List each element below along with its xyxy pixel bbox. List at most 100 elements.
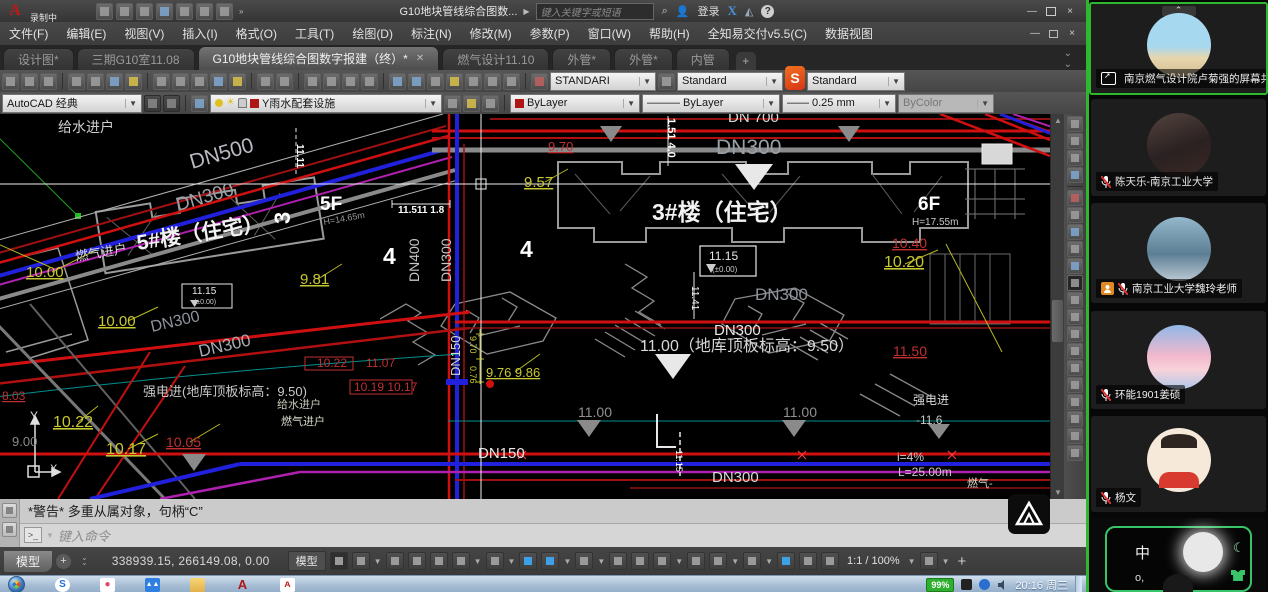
- cad-viewer-logo[interactable]: [1008, 494, 1050, 534]
- participant-tile[interactable]: 环能1901姜硕: [1091, 311, 1266, 409]
- modify-rotate-icon[interactable]: [1067, 292, 1083, 308]
- modify-trim-icon[interactable]: [1067, 343, 1083, 359]
- participant-tile-video[interactable]: 中 ☾ o,: [1091, 518, 1266, 592]
- layer-previous-icon[interactable]: [444, 95, 461, 112]
- linetype-combo[interactable]: ———ByLayer▼: [642, 94, 780, 113]
- tray-security-icon[interactable]: [979, 579, 990, 590]
- osnap-icon[interactable]: [486, 552, 504, 570]
- new-tab-button[interactable]: +: [736, 52, 756, 70]
- table-style-combo[interactable]: Standard▼: [807, 72, 905, 91]
- tb-help-icon[interactable]: [503, 73, 520, 90]
- modify-explode-icon[interactable]: [1067, 445, 1083, 461]
- tab-overflow-icon[interactable]: ⌄⌄: [1064, 48, 1072, 70]
- qat-expand-icon[interactable]: »: [239, 7, 243, 16]
- modify-erase-icon[interactable]: [1067, 190, 1083, 206]
- selection-cycling-icon[interactable]: [631, 552, 649, 570]
- tb-plot-icon[interactable]: [68, 73, 85, 90]
- taskbar-photos-icon[interactable]: ▲▲: [145, 578, 160, 592]
- tb-blockeditor-icon[interactable]: [229, 73, 246, 90]
- menu-item-dimension[interactable]: 标注(N): [402, 22, 461, 45]
- text-style-combo[interactable]: STANDARI▼: [550, 72, 656, 91]
- autoscale-icon[interactable]: [799, 552, 817, 570]
- tb-markup-icon[interactable]: [465, 73, 482, 90]
- sogou-ime-icon[interactable]: S: [785, 66, 805, 90]
- modify-mirror-icon[interactable]: [1067, 224, 1083, 240]
- layer-thaw-icon[interactable]: ☀: [226, 98, 235, 108]
- doc-restore-button[interactable]: [1049, 30, 1058, 38]
- lineweight-display-icon[interactable]: [575, 552, 593, 570]
- tb-redo-icon[interactable]: [276, 73, 293, 90]
- login-button[interactable]: 登录: [697, 3, 719, 19]
- command-input[interactable]: >_ ▼ 键入命令: [20, 523, 1086, 548]
- modelspace-button[interactable]: 模型: [288, 551, 326, 571]
- taskbar-meeting-app-icon[interactable]: ●: [100, 578, 115, 592]
- annotation-visibility-icon[interactable]: [777, 552, 795, 570]
- model-tab[interactable]: 模型: [4, 551, 52, 572]
- modify-stretch-icon[interactable]: [1067, 326, 1083, 342]
- ducs-icon[interactable]: [541, 552, 559, 570]
- scroll-up-icon[interactable]: ▲: [1051, 114, 1065, 127]
- menu-item-draw[interactable]: 绘图(D): [343, 22, 402, 45]
- tb-quickcalc-icon[interactable]: [484, 73, 501, 90]
- dim-style-icon[interactable]: [658, 73, 675, 90]
- menu-item-insert[interactable]: 插入(I): [173, 22, 226, 45]
- tb-copy-icon[interactable]: [172, 73, 189, 90]
- menu-item-modify[interactable]: 修改(M): [461, 22, 521, 45]
- layer-properties-icon[interactable]: [163, 95, 180, 112]
- autocad-logo-icon[interactable]: A: [2, 1, 28, 21]
- file-tab-active-g10-pipeline[interactable]: G10地块管线综合图数字报建（终）* ✕: [198, 46, 440, 70]
- tb-toolpalettes-icon[interactable]: [427, 73, 444, 90]
- scroll-down-icon[interactable]: ▼: [1051, 486, 1065, 499]
- annotation-monitor-icon[interactable]: [709, 552, 727, 570]
- tray-ime-badge[interactable]: 99%: [926, 578, 954, 592]
- layer-color-swatch[interactable]: [250, 99, 259, 108]
- help-icon[interactable]: ?: [761, 5, 774, 18]
- layout-expand-icon[interactable]: ⌄⌄: [81, 556, 88, 566]
- qat-undo-icon[interactable]: [196, 3, 213, 20]
- infer-constraints-icon[interactable]: [386, 552, 404, 570]
- modify-move-icon[interactable]: [1067, 275, 1083, 291]
- layer-isolate-icon[interactable]: [463, 95, 480, 112]
- modify-fillet-icon[interactable]: [1067, 428, 1083, 444]
- otrack-icon[interactable]: [519, 552, 537, 570]
- tb-pan-icon[interactable]: [304, 73, 321, 90]
- cmdline-tools-icon[interactable]: [2, 522, 17, 537]
- tb-preview-icon[interactable]: [87, 73, 104, 90]
- modify-copy-icon[interactable]: [1067, 207, 1083, 223]
- file-tab-design[interactable]: 设计图*: [3, 48, 74, 70]
- modify-chamfer-icon[interactable]: [1067, 411, 1083, 427]
- statusbar-settings-icon[interactable]: [920, 552, 938, 570]
- color-combo[interactable]: ByLayer▼: [510, 94, 640, 113]
- modify-scale-icon[interactable]: [1067, 309, 1083, 325]
- drawing-vscrollbar[interactable]: ▲ ▼: [1050, 114, 1065, 499]
- search-input[interactable]: 键入关键字或短语: [536, 3, 654, 20]
- tool-steeringwheel-icon[interactable]: [1067, 116, 1083, 132]
- transparency-icon[interactable]: [609, 552, 627, 570]
- tb-matchprop-icon[interactable]: [210, 73, 227, 90]
- modify-array-icon[interactable]: [1067, 258, 1083, 274]
- workspace-settings-icon[interactable]: [144, 95, 161, 112]
- qat-open-icon[interactable]: [116, 3, 133, 20]
- participant-tile[interactable]: 南京工业大学魏玲老师: [1091, 203, 1266, 303]
- file-tab-sanqi-g10[interactable]: 三期G10室11.08: [77, 48, 195, 70]
- qat-saveas-icon[interactable]: [156, 3, 173, 20]
- menu-item-help[interactable]: 帮助(H): [640, 22, 699, 45]
- units-icon[interactable]: [743, 552, 761, 570]
- file-tab-waiguan-1[interactable]: 外管*: [552, 48, 611, 70]
- app-close-button[interactable]: ×: [1064, 6, 1076, 16]
- menu-item-file[interactable]: 文件(F): [0, 22, 57, 45]
- modify-break-icon[interactable]: [1067, 377, 1083, 393]
- file-tab-gas-design[interactable]: 燃气设计11.10: [442, 48, 549, 70]
- tb-undo-icon[interactable]: [257, 73, 274, 90]
- tb-cut-icon[interactable]: [153, 73, 170, 90]
- tb-open-icon[interactable]: [21, 73, 38, 90]
- text-style-icon[interactable]: [531, 73, 548, 90]
- modify-extend-icon[interactable]: [1067, 360, 1083, 376]
- dim-style-combo[interactable]: Standard▼: [677, 72, 783, 91]
- tb-zoom-window-icon[interactable]: [342, 73, 359, 90]
- menu-item-view[interactable]: 视图(V): [115, 22, 173, 45]
- workspace-combo[interactable]: AutoCAD 经典▼: [2, 94, 142, 113]
- layer-on-icon[interactable]: [215, 99, 223, 107]
- menu-item-format[interactable]: 格式(O): [227, 22, 286, 45]
- tb-paste-icon[interactable]: [191, 73, 208, 90]
